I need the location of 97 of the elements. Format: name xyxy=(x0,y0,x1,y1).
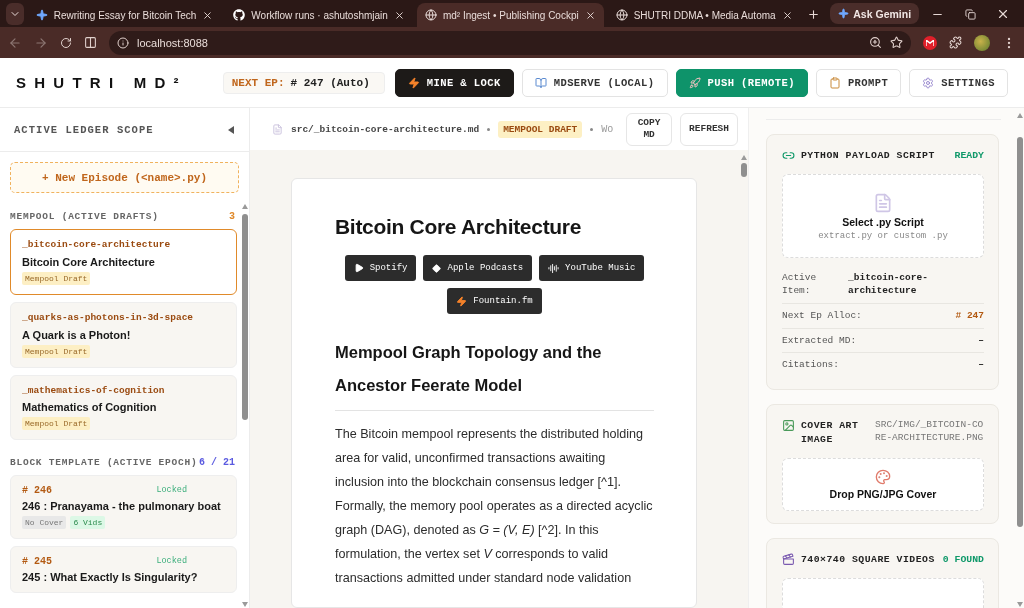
scrollbar-thumb[interactable] xyxy=(241,214,248,420)
field-value: – xyxy=(978,359,984,373)
gemini-button[interactable]: Ask Gemini xyxy=(830,3,920,24)
zoom-icon[interactable] xyxy=(869,36,882,49)
browser-tab[interactable]: md² Ingest • Publishing Cockpi xyxy=(416,3,604,27)
collapse-icon[interactable] xyxy=(227,124,235,135)
doc-button[interactable]: REFRESH xyxy=(680,112,738,146)
rocket-icon xyxy=(688,76,701,89)
section-count: 6 / 21 xyxy=(199,457,235,469)
scroll-up-arrow[interactable] xyxy=(739,154,748,161)
field-label: Citations: xyxy=(782,359,839,373)
sidebar-title: ACTIVE LEDGER SCOPE xyxy=(14,123,154,136)
field-value: – xyxy=(978,334,984,348)
forward-icon[interactable] xyxy=(34,35,48,50)
avatar-icon[interactable] xyxy=(974,34,990,51)
settings-icon xyxy=(922,76,935,89)
section-heading: Mempool Graph Topology and the Ancestor Feerate Model xyxy=(335,336,654,411)
field-label: Next Ep Alloc: xyxy=(782,309,862,323)
file-icon xyxy=(272,123,283,135)
sparkle-icon xyxy=(35,9,48,21)
browser-tab[interactable]: Workflow runs · ashutoshmjain xyxy=(225,3,413,27)
tab-search-icon[interactable] xyxy=(6,3,24,25)
doc-button[interactable]: COPY MD xyxy=(626,112,673,146)
toolbar-button[interactable]: MINE & LOCK xyxy=(394,68,514,97)
palette-icon xyxy=(875,468,891,485)
next-episode-indicator: NEXT EP: # 247 (Auto) xyxy=(222,71,385,94)
status-label: READY xyxy=(954,150,984,162)
split-view-icon[interactable] xyxy=(84,36,97,49)
section-title: MEMPOOL (ACTIVE DRAFTS) xyxy=(10,211,159,222)
scrollbar-thumb[interactable] xyxy=(1016,137,1023,527)
globe-icon xyxy=(424,9,437,21)
close-icon[interactable] xyxy=(393,9,405,21)
field-label: Active Item: xyxy=(782,272,818,298)
globe-icon xyxy=(615,9,628,21)
diamond-icon xyxy=(432,263,442,273)
platform-button[interactable]: Spotify xyxy=(344,255,417,281)
lightning-icon xyxy=(407,76,420,89)
browser-tab[interactable]: SHUTRI DDMA • Media Automa xyxy=(607,3,801,27)
close-icon[interactable] xyxy=(202,9,214,21)
browser-tab[interactable]: Rewriting Essay for Bitcoin Tech xyxy=(27,3,222,27)
draft-item[interactable]: _mathematics-of-cognition Mathematics of Cognition Mempool Draft xyxy=(10,374,237,441)
github-icon xyxy=(233,9,246,21)
draft-item[interactable]: _bitcoin-core-architecture Bitcoin Core Architecture Mempool Draft xyxy=(10,229,237,295)
app-logo: SHUTRI MD² xyxy=(16,74,188,91)
close-icon[interactable] xyxy=(781,9,793,21)
status-tag: No Cover xyxy=(22,516,67,530)
scrollbar-thumb[interactable] xyxy=(740,163,747,177)
draft-item[interactable]: _quarks-as-photons-in-3d-space A Quark is a Photon! Mempool Draft xyxy=(10,301,237,368)
scroll-down-arrow[interactable] xyxy=(1015,601,1024,608)
status-badge: MEMPOOL DRAFT xyxy=(498,120,583,138)
field-value: # 247 xyxy=(955,309,984,323)
platform-button[interactable]: Fountain.fm xyxy=(447,288,542,314)
article-title: Bitcoin Core Architecture xyxy=(335,215,583,239)
section-title: BLOCK TEMPLATE (ACTIVE EPOCH) xyxy=(10,457,198,469)
new-episode-button[interactable]: + New Episode (<name>.py) xyxy=(10,162,239,193)
reload-icon[interactable] xyxy=(60,36,72,49)
star-icon[interactable] xyxy=(890,36,903,49)
status-tag: 6 Vids xyxy=(70,516,106,530)
article-paragraph: The Bitcoin mempool represents the distributed holding area for valid, unconfirmed transactions awaiting inclusion into the blockchain consensus ledger [^1]. Formally, the memory pool operates as a directed acyclic graph (DAG), denoted as G = (V, E) [^2]. In this formulation, the vertex set V corresponds to valid transactions admitted under standard node validation xyxy=(335,426,654,587)
episode-item[interactable]: # 245 Locked 245 : What Exactly Is Singularity? xyxy=(10,546,237,594)
platform-button[interactable]: Apple Podcasts xyxy=(423,255,533,281)
lightning-icon xyxy=(456,295,468,307)
field-value: _bitcoin-core-architecture xyxy=(848,272,929,298)
file-icon xyxy=(873,193,893,214)
file-meta: Wo xyxy=(601,123,615,135)
platform-button[interactable]: YouTube Music xyxy=(539,255,645,281)
toolbar-button[interactable]: MDSERVE (LOCAL) xyxy=(521,68,668,97)
episode-item[interactable]: # 246 Locked 246 : Pranayama - the pulmonary boat No Cover 6 Vids xyxy=(10,475,237,540)
toolbar-button[interactable]: PUSH (REMOTE) xyxy=(675,68,808,97)
script-dropzone[interactable]: Select .py Script extract.py or custom .py xyxy=(782,174,984,259)
section-count: 3 xyxy=(229,211,235,222)
card-title: PYTHON PAYLOAD SCRIPT xyxy=(801,149,936,163)
card-title: COVER ART IMAGE xyxy=(801,419,860,446)
card-title: 740×740 SQUARE VIDEOS xyxy=(801,552,936,566)
file-path: src/_bitcoin-core-architecture.md xyxy=(291,123,480,135)
status-label: 0 FOUND xyxy=(942,553,984,565)
clapperboard-icon xyxy=(782,552,795,566)
back-icon[interactable] xyxy=(8,35,22,50)
clipboard-icon xyxy=(828,76,841,89)
close-icon[interactable] xyxy=(584,9,596,21)
toolbar-button[interactable]: SETTINGS xyxy=(909,68,1008,97)
scroll-up-arrow[interactable] xyxy=(240,203,249,210)
book-icon xyxy=(534,76,547,89)
address-field[interactable]: localhost:8088 xyxy=(109,30,911,55)
audio-icon xyxy=(548,262,560,274)
play-icon xyxy=(353,263,364,273)
sparkle-icon xyxy=(838,8,850,19)
toolbar-button[interactable]: PROMPT xyxy=(815,68,902,97)
file-path: SRC/IMG/_BITCOIN-CORE-ARCHITECTURE.PNG xyxy=(875,419,984,444)
field-label: Extracted MD: xyxy=(782,334,857,348)
puzzle-icon[interactable] xyxy=(949,36,962,49)
scroll-up-arrow[interactable] xyxy=(1015,112,1024,119)
scroll-down-arrow[interactable] xyxy=(240,601,249,608)
cover-dropzone[interactable]: Drop PNG/JPG Cover xyxy=(782,457,984,511)
info-icon[interactable] xyxy=(117,36,129,49)
extension-icon[interactable] xyxy=(923,35,937,50)
image-icon xyxy=(782,419,795,433)
